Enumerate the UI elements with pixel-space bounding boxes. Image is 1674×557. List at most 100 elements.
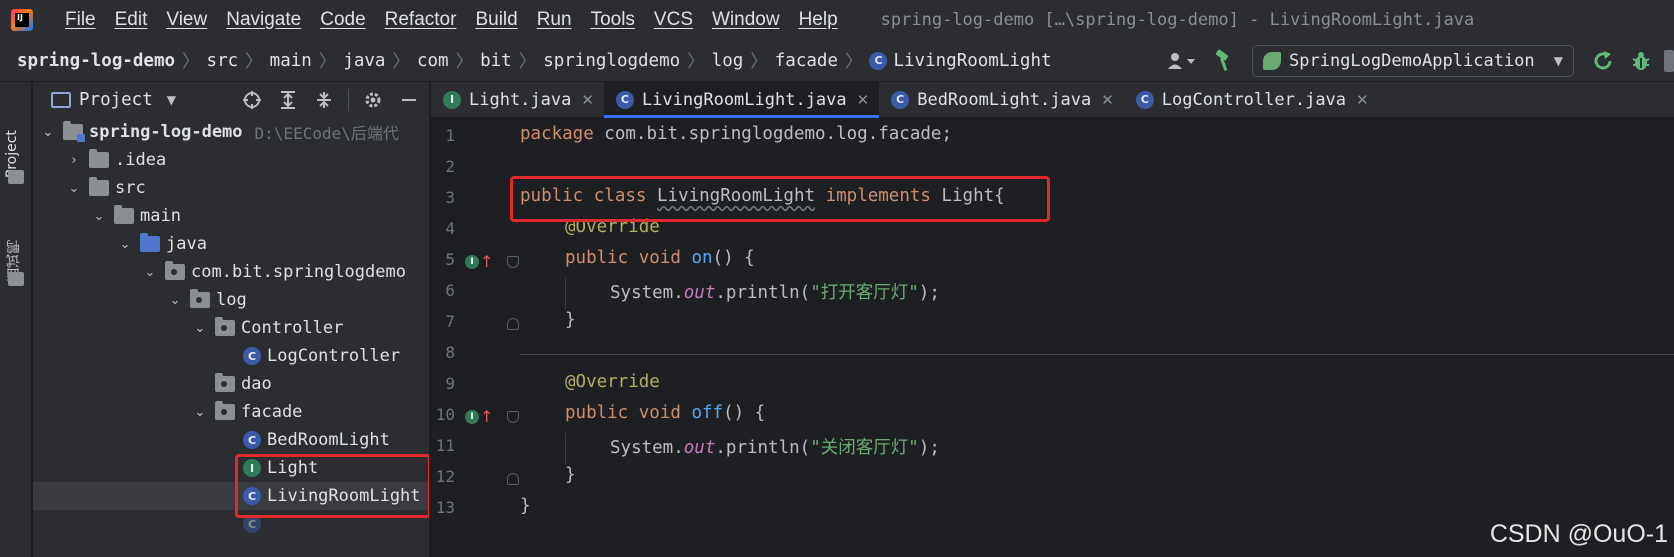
breadcrumb-item[interactable]: main bbox=[270, 51, 312, 71]
line-number: 10 bbox=[435, 405, 455, 424]
code-token: System. bbox=[610, 438, 684, 458]
implements-method-marker-icon[interactable]: I ↑ bbox=[465, 252, 493, 271]
code-editor[interactable]: 1 2 3 4 5 6 7 8 9 10 11 12 13 I ↑ I ↑ pack… bbox=[431, 118, 1674, 557]
chevron-down-icon[interactable]: ⌄ bbox=[116, 237, 134, 252]
breadcrumb-item-current[interactable]: C LivingRoomLight bbox=[869, 51, 1052, 71]
menu-edit[interactable]: Edit bbox=[115, 9, 148, 31]
keyword-token: implements bbox=[825, 186, 931, 206]
line-number: 7 bbox=[445, 312, 455, 331]
tree-node-class[interactable]: C LogController bbox=[33, 342, 429, 370]
more-actions-icon[interactable] bbox=[1664, 50, 1674, 72]
expand-all-icon[interactable] bbox=[276, 88, 300, 112]
breadcrumb-item[interactable]: src bbox=[207, 51, 239, 71]
menu-build[interactable]: Build bbox=[475, 9, 517, 31]
tab-light-java[interactable]: I Light.java ✕ bbox=[431, 82, 604, 117]
chevron-down-icon[interactable]: ⌄ bbox=[191, 321, 209, 336]
tree-node-package[interactable]: ⌄ log bbox=[33, 286, 429, 314]
line-number: 6 bbox=[445, 281, 455, 300]
breadcrumb-item[interactable]: bit bbox=[480, 51, 512, 71]
menu-navigate[interactable]: Navigate bbox=[226, 9, 301, 31]
minimize-icon[interactable] bbox=[397, 88, 421, 112]
breadcrumb-item[interactable]: springlogdemo bbox=[543, 51, 680, 71]
project-tool-tab[interactable]: Project bbox=[4, 98, 20, 178]
chevron-down-icon[interactable]: ⌄ bbox=[39, 125, 57, 140]
chevron-right-icon[interactable]: › bbox=[65, 153, 83, 168]
breadcrumb-item[interactable]: java bbox=[343, 51, 385, 71]
run-configuration-label: SpringLogDemoApplication bbox=[1289, 51, 1535, 71]
debug-icon[interactable] bbox=[1626, 46, 1656, 76]
tree-node-partial[interactable]: C bbox=[33, 510, 429, 538]
tree-node-class-selected[interactable]: C LivingRoomLight bbox=[33, 482, 429, 510]
user-icon[interactable] bbox=[1164, 49, 1198, 73]
tree-node-package[interactable]: ⌄ Controller bbox=[33, 314, 429, 342]
fold-marker-icon[interactable] bbox=[507, 318, 519, 330]
tree-node-class[interactable]: C BedRoomLight bbox=[33, 426, 429, 454]
tab-logcontroller-java[interactable]: C LogController.java ✕ bbox=[1124, 82, 1379, 117]
chevron-down-icon[interactable]: ⌄ bbox=[191, 405, 209, 420]
collapse-all-icon[interactable] bbox=[312, 88, 336, 112]
fold-marker-icon[interactable] bbox=[507, 473, 519, 485]
code-token: } bbox=[565, 310, 576, 330]
menu-run[interactable]: Run bbox=[537, 9, 572, 31]
menu-tools[interactable]: Tools bbox=[591, 9, 635, 31]
tab-bedroomlight-java[interactable]: C BedRoomLight.java ✕ bbox=[879, 82, 1124, 117]
menu-code[interactable]: Code bbox=[320, 9, 365, 31]
tree-node-folder[interactable]: › .idea bbox=[33, 146, 429, 174]
tree-node-interface[interactable]: I Light bbox=[33, 454, 429, 482]
menu-vcs[interactable]: VCS bbox=[654, 9, 693, 31]
gear-icon[interactable] bbox=[361, 88, 385, 112]
close-icon[interactable]: ✕ bbox=[581, 91, 594, 109]
implements-method-marker-icon[interactable]: I ↑ bbox=[465, 407, 493, 426]
chevron-down-icon[interactable]: ⌄ bbox=[90, 209, 108, 224]
breadcrumb-item[interactable]: log bbox=[712, 51, 744, 71]
locate-icon[interactable] bbox=[240, 88, 264, 112]
menu-window[interactable]: Window bbox=[712, 9, 780, 31]
intellij-logo-icon[interactable]: IJ bbox=[11, 9, 33, 31]
navigation-bar: spring-log-demo 〉 src 〉 main 〉 java 〉 co… bbox=[0, 40, 1674, 82]
breadcrumb-item[interactable]: spring-log-demo bbox=[17, 51, 175, 71]
tree-node-module[interactable]: ⌄ spring-log-demo D:\EECode\后端代 bbox=[33, 118, 429, 146]
tree-node-package[interactable]: dao bbox=[33, 370, 429, 398]
package-icon bbox=[215, 373, 235, 392]
code-token: () { bbox=[712, 248, 755, 268]
breadcrumb-separator-icon: 〉 bbox=[318, 52, 337, 72]
tree-node-package[interactable]: ⌄ com.bit.springlogdemo bbox=[33, 258, 429, 286]
menu-refactor[interactable]: Refactor bbox=[385, 9, 457, 31]
fold-marker-icon[interactable] bbox=[507, 411, 519, 423]
chevron-down-icon[interactable]: ▼ bbox=[167, 93, 176, 107]
fold-marker-icon[interactable] bbox=[507, 256, 519, 268]
menu-help[interactable]: Help bbox=[799, 9, 838, 31]
chevron-down-icon[interactable]: ⌄ bbox=[141, 265, 159, 280]
close-icon[interactable]: ✕ bbox=[1101, 91, 1114, 109]
line-number: 3 bbox=[445, 188, 455, 207]
project-panel-header: Project ▼ bbox=[33, 82, 429, 118]
tree-node-package[interactable]: ⌄ facade bbox=[33, 398, 429, 426]
close-icon[interactable]: ✕ bbox=[1356, 91, 1369, 109]
tree-node-folder[interactable]: ⌄ main bbox=[33, 202, 429, 230]
tab-livingroomlight-java[interactable]: C LivingRoomLight.java ✕ bbox=[603, 82, 880, 118]
tree-label: java bbox=[166, 234, 207, 254]
code-line: public class LivingRoomLight implements … bbox=[520, 186, 1005, 206]
project-panel-title[interactable]: Project bbox=[79, 90, 153, 110]
indent-guide bbox=[565, 278, 566, 310]
chevron-down-icon[interactable]: ⌄ bbox=[65, 181, 83, 196]
breadcrumb-separator-icon: 〉 bbox=[392, 52, 410, 72]
rerun-icon[interactable] bbox=[1588, 46, 1618, 76]
line-number: 12 bbox=[435, 467, 455, 486]
project-panel-tools bbox=[228, 82, 421, 118]
hammer-icon[interactable] bbox=[1210, 47, 1238, 75]
breadcrumb-item[interactable]: facade bbox=[775, 51, 838, 71]
tree-node-folder[interactable]: ⌄ src bbox=[33, 174, 429, 202]
chevron-down-icon[interactable]: ⌄ bbox=[166, 293, 184, 308]
tree-node-source-root[interactable]: ⌄ java bbox=[33, 230, 429, 258]
window-title: spring-log-demo […\spring-log-demo] - Li… bbox=[880, 10, 1475, 30]
breadcrumb: spring-log-demo 〉 src 〉 main 〉 java 〉 co… bbox=[0, 48, 1052, 73]
run-configuration-selector[interactable]: SpringLogDemoApplication ▼ bbox=[1252, 45, 1574, 77]
folder-icon[interactable] bbox=[8, 170, 24, 184]
breadcrumb-item[interactable]: com bbox=[417, 51, 449, 71]
menu-file[interactable]: File bbox=[65, 9, 96, 31]
close-icon[interactable]: ✕ bbox=[857, 91, 870, 109]
duck-icon[interactable] bbox=[8, 272, 24, 286]
code-token: } bbox=[520, 496, 531, 516]
menu-view[interactable]: View bbox=[166, 9, 207, 31]
